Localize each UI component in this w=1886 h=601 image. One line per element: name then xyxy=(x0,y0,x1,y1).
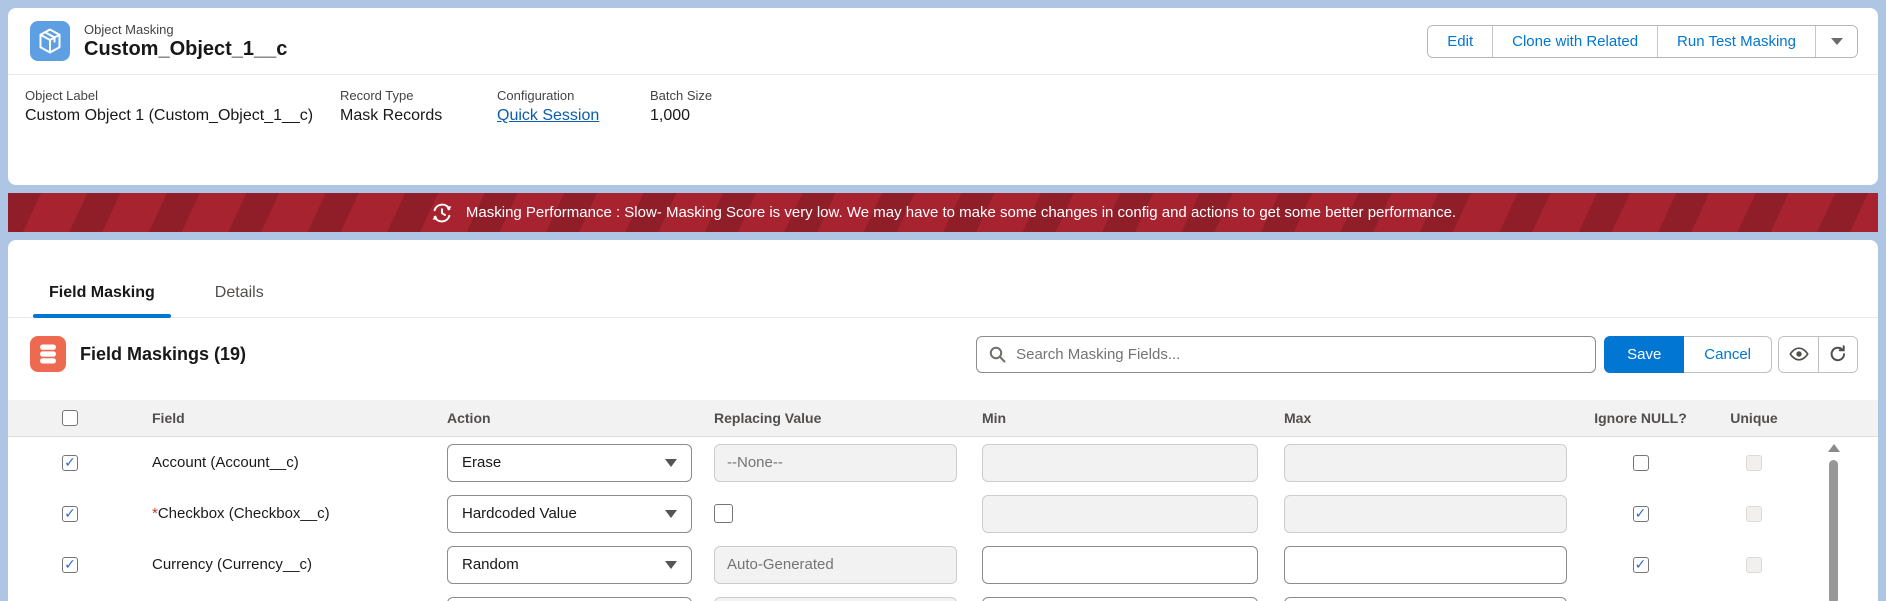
tab-field-masking[interactable]: Field Masking xyxy=(33,284,171,317)
min-input[interactable] xyxy=(982,546,1258,584)
replacing-value-input: --None-- xyxy=(714,444,957,482)
replacing-value-input-value: --None-- xyxy=(727,454,783,471)
search-icon xyxy=(989,346,1006,363)
tab-bar: Field Masking Details xyxy=(8,240,1878,318)
search-input[interactable] xyxy=(1016,346,1583,363)
masking-performance-alert: Masking Performance : Slow- Masking Scor… xyxy=(8,193,1878,232)
eye-icon xyxy=(1789,347,1809,361)
required-asterisk: * xyxy=(152,505,158,522)
view-refresh-group xyxy=(1778,336,1858,373)
ignore-null-checkbox[interactable]: ✓ xyxy=(1633,506,1649,522)
replacing-value-checkbox[interactable] xyxy=(714,504,733,523)
table-row: ✓ Currency (Currency__c) Random Auto-Genera… xyxy=(8,539,1878,590)
save-button[interactable]: Save xyxy=(1604,336,1684,373)
chevron-down-icon xyxy=(1831,38,1843,45)
search-box xyxy=(976,336,1596,373)
section-title: Field Maskings (19) xyxy=(80,344,246,365)
action-select[interactable] xyxy=(447,597,692,601)
max-input[interactable] xyxy=(1284,597,1567,601)
preview-button[interactable] xyxy=(1779,337,1818,372)
min-input[interactable] xyxy=(982,597,1258,601)
detail-configuration: Configuration Quick Session xyxy=(497,88,650,125)
min-input xyxy=(982,495,1258,533)
replacing-value-input xyxy=(714,597,957,601)
column-header-unique: Unique xyxy=(1704,410,1804,426)
check-icon: ✓ xyxy=(64,506,76,520)
select-all-checkbox[interactable] xyxy=(62,410,78,426)
action-select[interactable]: Random xyxy=(447,546,692,584)
record-detail-fields: Object Label Custom Object 1 (Custom_Obj… xyxy=(8,75,1878,125)
column-header-min: Min xyxy=(982,410,1284,426)
field-name: Account (Account__c) xyxy=(152,454,299,471)
run-test-masking-button[interactable]: Run Test Masking xyxy=(1657,26,1815,57)
action-select[interactable]: Hardcoded Value xyxy=(447,495,692,533)
check-icon: ✓ xyxy=(64,455,76,469)
min-input xyxy=(982,444,1258,482)
column-header-ignore-null: Ignore NULL? xyxy=(1577,410,1704,426)
chevron-down-icon xyxy=(665,510,677,518)
unique-checkbox xyxy=(1746,557,1762,573)
table-row xyxy=(8,590,1878,601)
unique-checkbox xyxy=(1746,506,1762,522)
column-header-field: Field xyxy=(152,410,447,426)
action-select-value: Random xyxy=(462,556,519,573)
table-body: ✓ Account (Account__c) Erase --None-- ✓ *Chec… xyxy=(8,437,1878,601)
field-name: *Checkbox (Checkbox__c) xyxy=(152,505,330,522)
more-actions-button[interactable] xyxy=(1815,26,1857,57)
replacing-value-input: Auto-Generated xyxy=(714,546,957,584)
tab-details[interactable]: Details xyxy=(199,284,280,317)
ignore-null-checkbox[interactable]: ✓ xyxy=(1633,557,1649,573)
field-name: Currency (Currency__c) xyxy=(152,556,312,573)
alert-message: Masking Performance : Slow- Masking Scor… xyxy=(466,204,1456,221)
unique-checkbox xyxy=(1746,455,1762,471)
scrollbar-thumb[interactable] xyxy=(1829,460,1838,601)
column-header-max: Max xyxy=(1284,410,1577,426)
record-action-group: Edit Clone with Related Run Test Masking xyxy=(1427,25,1858,58)
sync-clock-icon xyxy=(430,201,454,225)
row-select-checkbox[interactable]: ✓ xyxy=(62,506,78,522)
record-title: Custom_Object_1__c xyxy=(84,38,287,61)
row-select-checkbox[interactable]: ✓ xyxy=(62,557,78,573)
record-header-card: Object Masking Custom_Object_1__c Edit C… xyxy=(8,8,1878,185)
quick-session-link[interactable]: Quick Session xyxy=(497,107,599,124)
column-header-replacing-value: Replacing Value xyxy=(714,410,982,426)
field-masking-table: Field Action Replacing Value Min Max Ign… xyxy=(8,400,1878,601)
scroll-up-arrow-icon[interactable] xyxy=(1828,444,1840,452)
clone-with-related-button[interactable]: Clone with Related xyxy=(1492,26,1657,57)
chevron-down-icon xyxy=(665,459,677,467)
detail-object-label: Object Label Custom Object 1 (Custom_Obj… xyxy=(25,88,340,125)
ignore-null-checkbox[interactable] xyxy=(1633,455,1649,471)
entity-label: Object Masking xyxy=(84,22,287,37)
table-header-row: Field Action Replacing Value Min Max Ign… xyxy=(8,400,1878,437)
action-select-value: Hardcoded Value xyxy=(462,505,577,522)
action-select-value: Erase xyxy=(462,454,501,471)
refresh-button[interactable] xyxy=(1818,337,1857,372)
column-header-action: Action xyxy=(447,410,714,426)
table-row: ✓ Account (Account__c) Erase --None-- xyxy=(8,437,1878,488)
table-row: ✓ *Checkbox (Checkbox__c) Hardcoded Value ✓ xyxy=(8,488,1878,539)
vertical-scrollbar[interactable] xyxy=(1827,444,1840,601)
refresh-icon xyxy=(1829,345,1847,363)
max-input xyxy=(1284,444,1567,482)
max-input[interactable] xyxy=(1284,546,1567,584)
action-select[interactable]: Erase xyxy=(447,444,692,482)
field-masking-card: Field Masking Details Field Maskings (19… xyxy=(8,240,1878,601)
max-input xyxy=(1284,495,1567,533)
check-icon: ✓ xyxy=(64,557,76,571)
object-masking-icon xyxy=(30,21,70,61)
detail-batch-size: Batch Size 1,000 xyxy=(650,88,722,125)
detail-record-type: Record Type Mask Records xyxy=(340,88,497,125)
cancel-button[interactable]: Cancel xyxy=(1684,336,1772,373)
check-icon: ✓ xyxy=(1635,557,1647,571)
replacing-value-input-value: Auto-Generated xyxy=(727,556,834,573)
edit-button[interactable]: Edit xyxy=(1428,26,1492,57)
check-icon: ✓ xyxy=(1635,506,1647,520)
row-select-checkbox[interactable]: ✓ xyxy=(62,455,78,471)
chevron-down-icon xyxy=(665,561,677,569)
field-maskings-icon xyxy=(30,336,66,372)
